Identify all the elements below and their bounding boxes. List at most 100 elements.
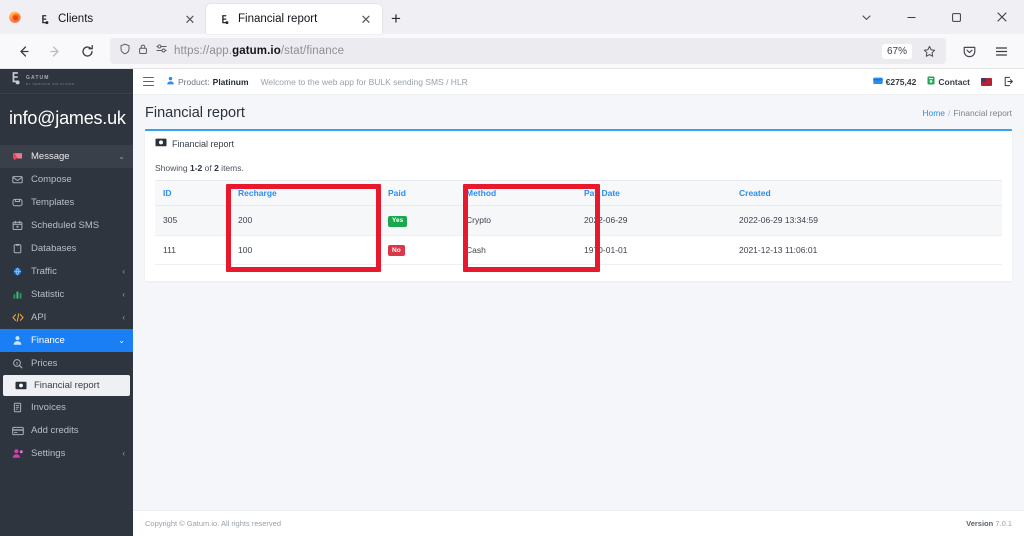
- balance-indicator[interactable]: €275,42: [872, 77, 916, 87]
- column-header-paid[interactable]: Paid: [380, 180, 458, 206]
- column-header-created[interactable]: Created: [731, 180, 1002, 206]
- table-body: 305 200 Yes Crypto 2022-06-29 2022-06-29…: [155, 205, 1002, 266]
- new-tab-button[interactable]: +: [382, 4, 410, 34]
- sidebar-item-api[interactable]: API ‹: [0, 306, 133, 329]
- sidebar-item-label: Statistic: [31, 289, 65, 300]
- sidebar-item-databases[interactable]: Databases: [0, 237, 133, 260]
- sidebar-toggle-hamburger-icon[interactable]: [143, 77, 154, 86]
- cell-recharge: 200: [230, 205, 380, 236]
- sidebar-item-message[interactable]: Message ⌄: [0, 145, 133, 168]
- star-icon[interactable]: [918, 45, 940, 58]
- table-row[interactable]: 111 100 No Cash 1970-01-01 2021-12-13 11…: [155, 235, 1002, 266]
- sidebar-item-traffic[interactable]: Traffic ‹: [0, 260, 133, 283]
- product-indicator: Product: Platinum: [166, 76, 249, 87]
- lock-icon[interactable]: [137, 42, 149, 60]
- tab-strip: Clients ✕ Financial report ✕ +: [0, 0, 1024, 34]
- column-header-paydate[interactable]: Pay Date: [576, 180, 731, 206]
- sidebar-item-prices[interactable]: $ Prices: [0, 352, 133, 375]
- forward-arrow-icon[interactable]: [40, 37, 70, 65]
- chevron-left-icon: ‹: [122, 449, 125, 458]
- chevron-down-icon: ⌄: [118, 336, 125, 345]
- copyright-text: Copyright © Gatum.io. All rights reserve…: [145, 519, 281, 528]
- table-row[interactable]: 305 200 Yes Crypto 2022-06-29 2022-06-29…: [155, 205, 1002, 236]
- permissions-icon[interactable]: [155, 42, 168, 60]
- contact-link[interactable]: Contact: [927, 76, 970, 87]
- clipboard-icon: [11, 243, 24, 254]
- screenshot-stage: Clients ✕ Financial report ✕ + https://a…: [0, 0, 1024, 536]
- code-icon: [11, 312, 24, 323]
- brand-subtitle: BY SEMFACE SOLUTIONS: [26, 81, 75, 86]
- window-controls: [843, 0, 1024, 34]
- gatum-favicon-icon: [217, 12, 231, 26]
- product-value: Platinum: [212, 76, 249, 87]
- sidebar-item-statistic[interactable]: Statistic ‹: [0, 283, 133, 306]
- window-minimize-button[interactable]: [889, 0, 934, 34]
- money-icon: [14, 381, 27, 390]
- window-close-button[interactable]: [979, 0, 1024, 34]
- app-topbar: Product: Platinum Welcome to the web app…: [133, 69, 1024, 95]
- sidebar-item-templates[interactable]: Templates: [0, 191, 133, 214]
- hamburger-menu-icon[interactable]: [986, 37, 1016, 65]
- welcome-message: Welcome to the web app for BULK sending …: [260, 76, 468, 87]
- table-head: ID Recharge Paid Method Pay Date Created: [155, 180, 1002, 206]
- column-header-id[interactable]: ID: [155, 180, 230, 206]
- breadcrumb-current: Financial report: [953, 108, 1012, 118]
- version-info: Version 7.0.1: [966, 519, 1012, 528]
- invoice-icon: [11, 402, 24, 413]
- url-text[interactable]: https://app.gatum.io/stat/finance: [174, 45, 876, 57]
- sidebar-item-label: Compose: [31, 174, 72, 185]
- sidebar-item-label: Templates: [31, 197, 75, 208]
- sidebar-nav: Message ⌄ Compose Templates Scheduled SM…: [0, 145, 133, 465]
- page-title: Financial report: [145, 105, 245, 121]
- column-header-recharge[interactable]: Recharge: [230, 180, 380, 206]
- sidebar-item-invoices[interactable]: Invoices: [0, 396, 133, 419]
- sidebar-item-label: Financial report: [34, 380, 100, 391]
- product-badge-icon: [166, 76, 175, 87]
- tab-list-chevron-down-icon[interactable]: [843, 0, 889, 34]
- browser-tab-clients[interactable]: Clients ✕: [26, 4, 206, 34]
- tab-close-icon[interactable]: ✕: [358, 11, 374, 27]
- zoom-level-badge[interactable]: 67%: [881, 43, 912, 59]
- sidebar-item-scheduled-sms[interactable]: Scheduled SMS: [0, 214, 133, 237]
- url-bar[interactable]: https://app.gatum.io/stat/finance 67%: [110, 38, 946, 64]
- pocket-icon[interactable]: [954, 37, 984, 65]
- brand-logo[interactable]: GATUM BY SEMFACE SOLUTIONS: [0, 69, 133, 94]
- us-flag-icon[interactable]: [981, 77, 992, 86]
- tab-close-icon[interactable]: ✕: [182, 11, 198, 27]
- sidebar-item-compose[interactable]: Compose: [0, 168, 133, 191]
- reload-icon[interactable]: [72, 37, 102, 65]
- window-maximize-button[interactable]: [934, 0, 979, 34]
- sidebar-item-label: Finance: [31, 335, 65, 346]
- chevron-left-icon: ‹: [122, 313, 125, 322]
- results-summary: Showing 1-2 of 2 items.: [155, 163, 244, 173]
- product-label: Product:: [178, 76, 210, 87]
- tab-title: Clients: [58, 13, 94, 25]
- sidebar-item-settings[interactable]: Settings ‹: [0, 442, 133, 465]
- cell-paydate: 2022-06-29: [576, 205, 731, 236]
- finance-icon: [11, 335, 24, 346]
- sidebar-item-label: Databases: [31, 243, 77, 254]
- sidebar-item-finance[interactable]: Finance ⌄: [0, 329, 133, 352]
- cell-id: 305: [155, 205, 230, 236]
- back-arrow-icon[interactable]: [8, 37, 38, 65]
- sidebar-item-financial-report[interactable]: Financial report: [3, 375, 130, 396]
- shield-icon[interactable]: [119, 42, 131, 60]
- sidebar-item-label: Add credits: [31, 425, 79, 436]
- sidebar-item-label: Traffic: [31, 266, 57, 277]
- sidebar-item-add-credits[interactable]: Add credits: [0, 419, 133, 442]
- browser-tab-financial-report[interactable]: Financial report ✕: [206, 4, 382, 34]
- cell-paid: No: [380, 235, 458, 266]
- sidebar: GATUM BY SEMFACE SOLUTIONS info@james.uk…: [0, 69, 133, 536]
- web-application: GATUM BY SEMFACE SOLUTIONS info@james.uk…: [0, 69, 1024, 536]
- breadcrumb-home-link[interactable]: Home: [922, 108, 945, 118]
- brand-text: GATUM BY SEMFACE SOLUTIONS: [26, 76, 74, 86]
- settings-user-icon: [11, 448, 24, 459]
- sidebar-item-label: Message: [31, 151, 70, 162]
- logout-button[interactable]: [1003, 76, 1014, 87]
- tab-title: Financial report: [238, 13, 318, 25]
- sidebar-item-label: Scheduled SMS: [31, 220, 100, 231]
- contact-icon: [927, 76, 935, 87]
- cell-id: 111: [155, 235, 230, 266]
- column-header-method[interactable]: Method: [458, 180, 576, 206]
- template-icon: [11, 197, 24, 208]
